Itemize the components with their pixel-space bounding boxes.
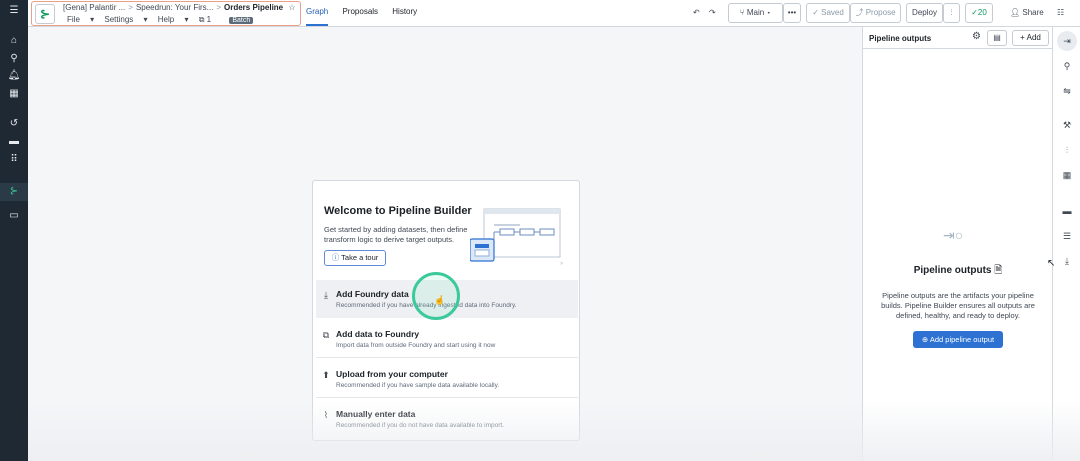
breadcrumb-folder[interactable]: Speedrun: Your Firs...: [136, 3, 213, 12]
option-manually-enter-data[interactable]: ⌇ Manually enter data Recommended if you…: [316, 400, 578, 438]
grid-icon[interactable]: ⠿: [6, 153, 22, 167]
empty-state-description: Pipeline outputs are the artifacts your …: [881, 291, 1035, 320]
branch-selector[interactable]: ⑂ Main ▾: [728, 3, 783, 23]
add-pipeline-output-button[interactable]: ⊕ Add pipeline output: [913, 331, 1003, 348]
download-icon[interactable]: ⤓: [1060, 254, 1074, 268]
checks-badge[interactable]: ✓20: [965, 3, 993, 23]
view-tabs: Graph Proposals History: [306, 0, 429, 26]
right-toolbar: ⇥ ⚲ ⇋ ⚒ ⫶ ▦ ▬ ☰ ⤓: [1052, 27, 1080, 461]
breadcrumb-project[interactable]: [Gena] Palantir ...: [63, 3, 125, 12]
deploy-settings-icon[interactable]: ⫶: [943, 3, 960, 23]
option-upload-from-computer[interactable]: ⬆ Upload from your computer Recommended …: [316, 360, 578, 398]
layout-toggle-button[interactable]: ▤: [987, 30, 1007, 46]
menu-file[interactable]: File ▾: [67, 15, 94, 24]
import-data-icon: ⧉: [322, 330, 330, 340]
deploy-button[interactable]: Deploy: [906, 3, 943, 23]
breadcrumb: [Gena] Palantir ... > Speedrun: Your Firs.…: [63, 3, 296, 12]
notifications-icon[interactable]: 🔔︎: [6, 69, 22, 83]
welcome-description: Get started by adding datasets, then def…: [324, 225, 468, 244]
search-icon[interactable]: ⚲: [6, 52, 22, 66]
home-icon[interactable]: ⌂: [6, 34, 22, 48]
panel-title: Pipeline outputs: [869, 34, 932, 43]
pipeline-outputs-panel: Pipeline outputs ⚙ ▤ + Add ⇥○ Pipeline o…: [862, 27, 1053, 461]
panel-header: Pipeline outputs ⚙ ▤ + Add: [863, 27, 1053, 49]
branch-count: ⧉ 1: [198, 15, 212, 24]
hammer-icon[interactable]: ⚒: [1060, 118, 1074, 132]
search-icon[interactable]: ⚲: [1060, 59, 1074, 73]
empty-state-title: Pipeline outputs 🗎︎: [913, 265, 1003, 276]
upload-icon: ⬆: [322, 370, 330, 380]
folder-icon[interactable]: ▬: [1060, 204, 1074, 218]
tab-history[interactable]: History: [392, 0, 417, 26]
outputs-icon[interactable]: ⇥: [1060, 34, 1074, 48]
menu-bar: File ▾ Settings ▾ Help ▾ ⧉ 1 Batch: [67, 15, 261, 25]
edit-table-icon: ⌇: [323, 410, 329, 420]
menu-settings[interactable]: Settings ▾: [104, 15, 147, 24]
take-tour-button[interactable]: ⓘ Take a tour: [324, 250, 386, 266]
calendar-icon[interactable]: ▦: [1060, 168, 1074, 182]
pipeline-title[interactable]: Orders Pipeline: [224, 3, 283, 12]
app-sidebar: ☰ ⌂ ⚲ 🔔︎ ▦ ↺ ▬ ⠿ ⊱ ▭: [0, 0, 28, 461]
propose-button[interactable]: ⤴ Propose: [850, 3, 901, 23]
list-icon[interactable]: ☷: [1057, 3, 1064, 23]
welcome-title: Welcome to Pipeline Builder: [324, 205, 472, 217]
info-icon: ⓘ: [331, 253, 340, 262]
gear-icon[interactable]: ⚙: [972, 31, 981, 42]
top-bar: ⊱ [Gena] Palantir ... > Speedrun: Your Fir…: [28, 0, 1080, 27]
checklist-icon[interactable]: ☰: [1060, 229, 1074, 243]
pipeline-illustration: »: [470, 208, 564, 267]
star-icon[interactable]: ☆: [288, 3, 295, 12]
hand-cursor-icon: ☝: [434, 295, 446, 305]
files-icon[interactable]: ▭: [6, 209, 22, 223]
history-icon[interactable]: ↺: [6, 117, 22, 131]
undo-icon[interactable]: ↶: [693, 3, 700, 23]
menu-help[interactable]: Help ▾: [158, 15, 189, 24]
document-icon: 🗎︎: [994, 265, 1003, 276]
compare-icon[interactable]: ⇋: [1060, 84, 1074, 98]
batch-badge: Batch: [229, 17, 254, 24]
menu-icon[interactable]: ☰: [6, 4, 22, 18]
redo-icon[interactable]: ↷: [709, 3, 716, 23]
tab-proposals[interactable]: Proposals: [342, 0, 378, 26]
svg-text:»: »: [560, 261, 564, 267]
mouse-pointer-icon: ↖: [1047, 258, 1056, 269]
apps-badge-icon[interactable]: ▦: [6, 87, 22, 101]
pipeline-logo-icon: ⊱: [35, 4, 55, 24]
saved-button[interactable]: ✓ Saved: [806, 3, 850, 23]
tab-graph[interactable]: Graph: [306, 0, 329, 26]
folder-icon[interactable]: ▬: [6, 135, 22, 149]
sliders-icon[interactable]: ⫶: [1060, 143, 1074, 157]
pipeline-header: ⊱ [Gena] Palantir ... > Speedrun: Your Fir…: [31, 1, 301, 26]
share-button[interactable]: 👤︎ Share: [1010, 3, 1044, 23]
pipeline-builder-icon[interactable]: ⊱: [6, 185, 22, 199]
add-output-button[interactable]: + Add: [1012, 30, 1049, 46]
more-icon[interactable]: •••: [783, 3, 801, 23]
download-icon: ⤓: [324, 290, 328, 300]
option-add-data-to-foundry[interactable]: ⧉ Add data to Foundry Import data from o…: [316, 320, 578, 358]
output-arrow-icon: ⇥○: [943, 227, 964, 243]
